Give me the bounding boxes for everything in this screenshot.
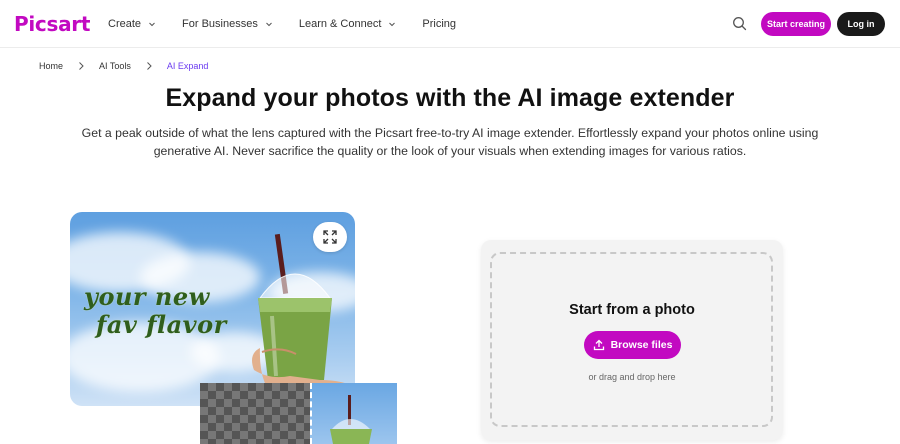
breadcrumb: Home AI Tools AI Expand xyxy=(39,60,208,72)
expanded-preview-image xyxy=(200,383,397,444)
site-header: Picsart Create For Businesses Learn & Co… xyxy=(0,0,900,48)
preview-photo xyxy=(310,383,397,444)
search-icon[interactable] xyxy=(731,15,749,33)
green-drink-image xyxy=(252,233,355,406)
image-slogan: your new fav flavor xyxy=(84,283,227,339)
nav-item-pricing[interactable]: Pricing xyxy=(422,18,456,30)
picsart-logo[interactable]: Picsart xyxy=(14,12,90,36)
browse-files-label: Browse files xyxy=(610,339,673,351)
nav-item-label: Learn & Connect xyxy=(298,18,382,30)
nav-item-label: For Businesses xyxy=(182,18,258,30)
nav-item-label: Pricing xyxy=(422,18,457,30)
nav-item-for-businesses[interactable]: For Businesses xyxy=(182,18,273,30)
upload-title: Start from a photo xyxy=(569,302,695,318)
chevron-down-icon xyxy=(388,20,396,28)
nav-item-label: Create xyxy=(108,18,142,30)
expand-arrows-icon[interactable] xyxy=(313,222,347,252)
chevron-right-icon xyxy=(145,61,153,71)
main-nav: Create For Businesses Learn & Connect Pr… xyxy=(108,0,482,48)
page-subtitle: Get a peak outside of what the lens capt… xyxy=(81,126,819,158)
chevron-down-icon xyxy=(265,20,273,28)
transparent-area xyxy=(200,383,310,444)
start-creating-button[interactable]: Start creating xyxy=(761,12,831,36)
nav-item-learn-connect[interactable]: Learn & Connect xyxy=(299,18,397,30)
log-in-button[interactable]: Log in xyxy=(837,12,885,36)
browse-files-button[interactable]: Browse files xyxy=(584,331,681,359)
breadcrumb-ai-tools[interactable]: AI Tools xyxy=(99,61,131,71)
chevron-down-icon xyxy=(148,20,156,28)
slogan-line-2: fav flavor xyxy=(96,310,227,339)
breadcrumb-ai-expand[interactable]: AI Expand xyxy=(167,61,209,71)
page-title: Expand your photos with the AI image ext… xyxy=(165,84,735,112)
drag-drop-hint: or drag and drop here xyxy=(588,372,676,382)
chevron-right-icon xyxy=(77,61,85,71)
slogan-line-1: your new xyxy=(84,282,210,311)
nav-item-create[interactable]: Create xyxy=(108,18,156,30)
upload-icon xyxy=(593,339,605,351)
breadcrumb-home[interactable]: Home xyxy=(39,61,63,71)
